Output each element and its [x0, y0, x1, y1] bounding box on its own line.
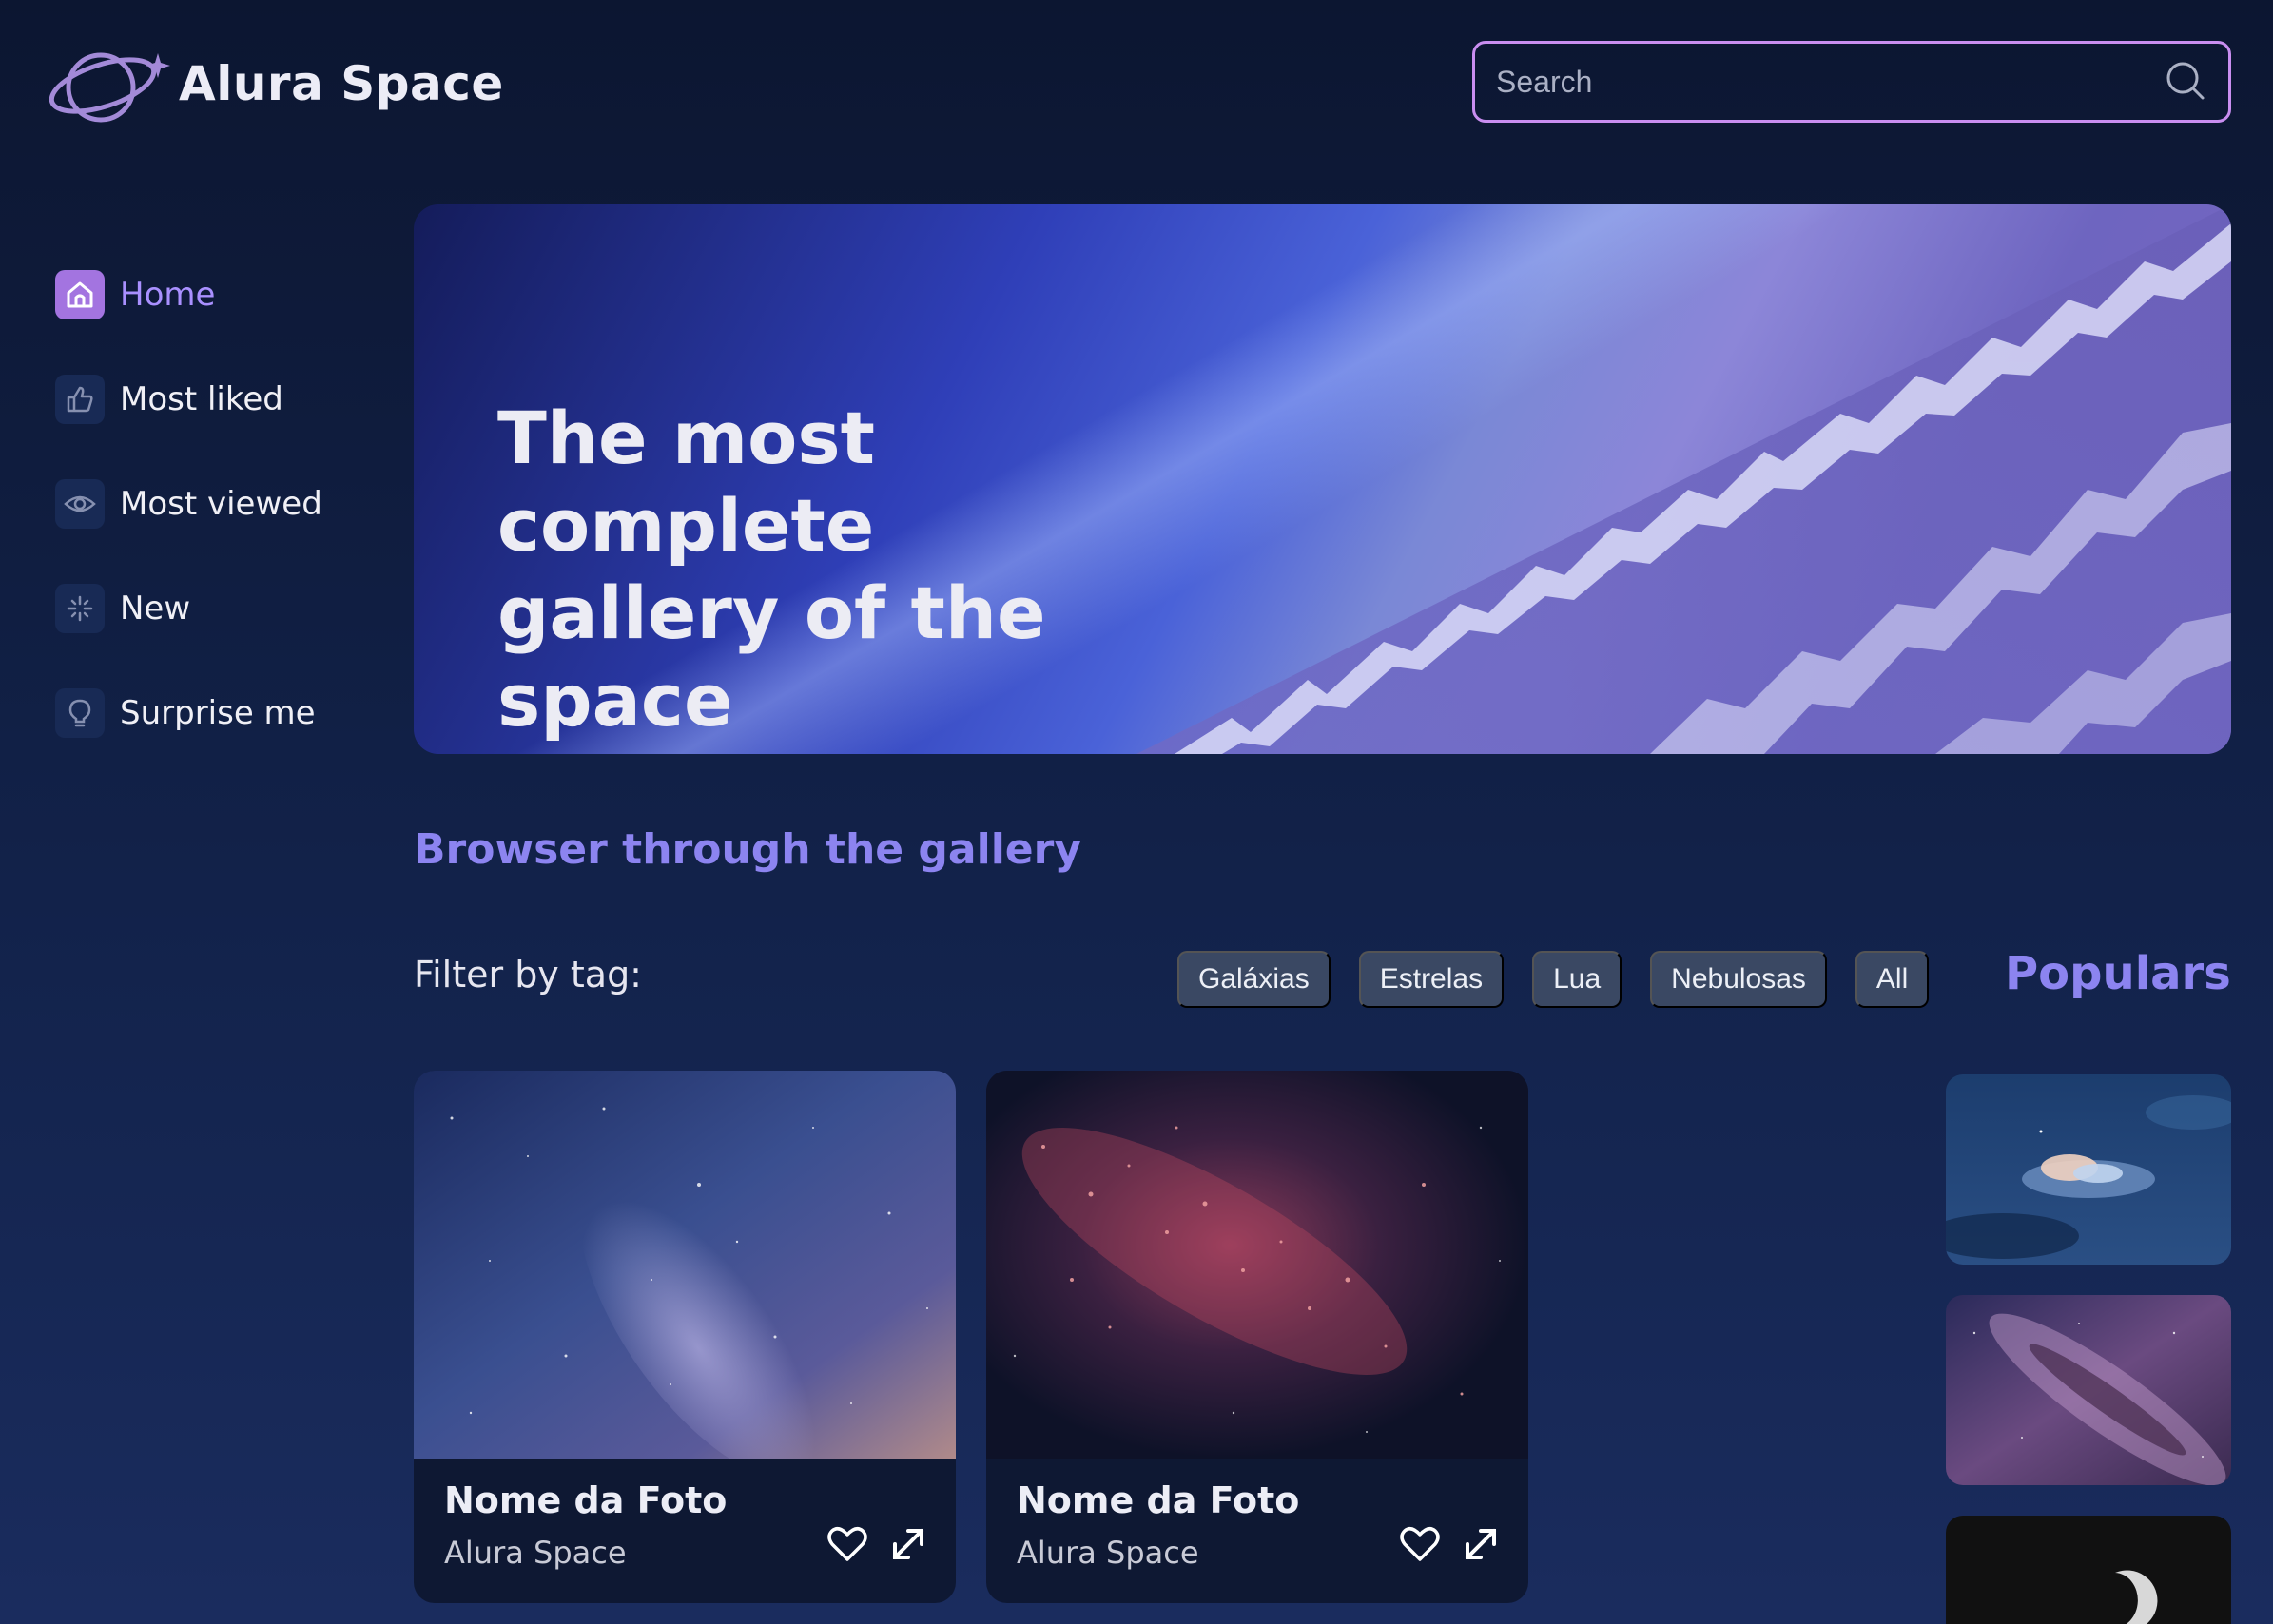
- popular-photo-moon[interactable]: [1946, 1516, 2231, 1624]
- gallery-title: Browser through the gallery: [414, 825, 1082, 874]
- card-actions: [1399, 1523, 1502, 1569]
- sidebar-item-most-liked[interactable]: Most liked: [55, 347, 322, 452]
- eye-icon: [55, 479, 105, 529]
- banner-title-line1: The most complete: [497, 396, 875, 568]
- search-input[interactable]: [1496, 64, 2162, 100]
- filter-label: Filter by tag:: [414, 954, 642, 996]
- photo-card[interactable]: Nome da Foto Alura Space: [986, 1071, 1528, 1603]
- logo[interactable]: Alura Space: [46, 36, 504, 131]
- tag-galaxias[interactable]: Galáxias: [1177, 951, 1331, 1008]
- populars-title: Populars: [2005, 947, 2231, 1000]
- sidebar-item-label: Most viewed: [120, 485, 322, 523]
- thumbs-up-icon: [55, 375, 105, 424]
- tag-lua[interactable]: Lua: [1532, 951, 1622, 1008]
- sidebar-nav: Home Most liked Most viewed New Surprise…: [55, 242, 322, 765]
- sidebar-item-most-viewed[interactable]: Most viewed: [55, 452, 322, 556]
- card-title: Nome da Foto: [444, 1479, 728, 1521]
- heart-icon[interactable]: [826, 1523, 868, 1569]
- popular-photo-clouds[interactable]: [1946, 1074, 2231, 1265]
- milky-way-photo[interactable]: [414, 1071, 956, 1459]
- sidebar-item-label: Home: [120, 276, 216, 314]
- sidebar-item-label: New: [120, 590, 191, 628]
- banner-title: The most complete gallery of the space: [497, 395, 1258, 744]
- banner-title-line2: gallery of the space: [497, 570, 1046, 743]
- lightbulb-icon: [55, 688, 105, 738]
- card-author: Alura Space: [1017, 1535, 1199, 1571]
- logo-text: Alura Space: [179, 56, 504, 111]
- card-title: Nome da Foto: [1017, 1479, 1300, 1521]
- tag-nebulosas[interactable]: Nebulosas: [1650, 951, 1827, 1008]
- search-box[interactable]: [1472, 41, 2231, 123]
- card-actions: [826, 1523, 929, 1569]
- sidebar-item-surprise-me[interactable]: Surprise me: [55, 661, 322, 765]
- sparkle-icon: [55, 584, 105, 633]
- hero-banner: The most complete gallery of the space: [414, 204, 2231, 754]
- sidebar-item-home[interactable]: Home: [55, 242, 322, 347]
- card-author: Alura Space: [444, 1535, 627, 1571]
- sidebar-item-new[interactable]: New: [55, 556, 322, 661]
- tag-filter-list: Galáxias Estrelas Lua Nebulosas All: [1177, 951, 1930, 1008]
- search-icon[interactable]: [2162, 57, 2207, 106]
- sidebar-item-label: Most liked: [120, 380, 283, 418]
- tag-estrelas[interactable]: Estrelas: [1358, 951, 1505, 1008]
- heart-icon[interactable]: [1399, 1523, 1441, 1569]
- home-icon: [55, 270, 105, 319]
- planet-logo-icon: [49, 52, 170, 123]
- photo-card[interactable]: Nome da Foto Alura Space: [414, 1071, 956, 1603]
- expand-icon[interactable]: [887, 1523, 929, 1569]
- nebula-photo[interactable]: [986, 1071, 1528, 1459]
- popular-photo-milky-way[interactable]: [1946, 1295, 2231, 1485]
- tag-all[interactable]: All: [1855, 951, 1930, 1008]
- expand-icon[interactable]: [1460, 1523, 1502, 1569]
- sidebar-item-label: Surprise me: [120, 694, 316, 732]
